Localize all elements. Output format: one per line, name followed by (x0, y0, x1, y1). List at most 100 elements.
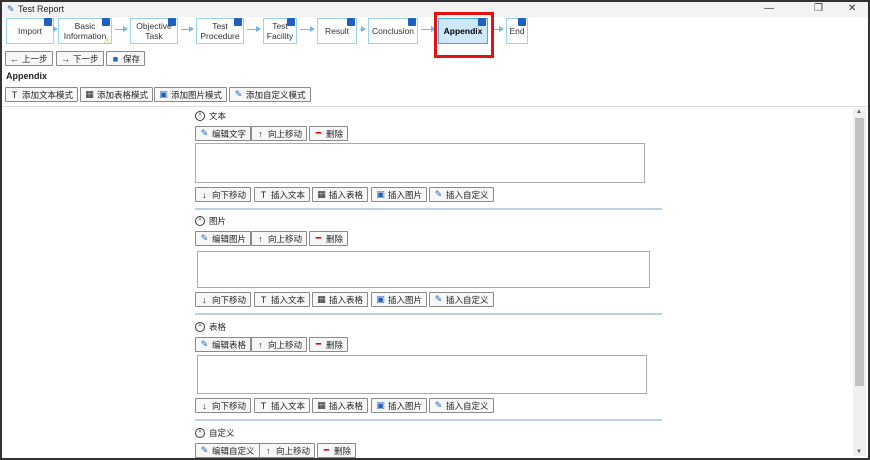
step-test-procedure[interactable]: Test Procedure (196, 18, 244, 44)
insert-table-button[interactable]: ▦ 插入表格 (312, 187, 369, 202)
delete-button-label: 删除 (326, 339, 344, 350)
section-title: 自定义 (209, 428, 235, 438)
section-divider (195, 313, 662, 315)
text-icon: T (260, 400, 267, 411)
arrow-down-icon: ↓ (202, 189, 207, 200)
app-pen-icon: ✎ (7, 4, 15, 14)
delete-button[interactable]: ━ 删除 (309, 337, 349, 352)
collapse-chevron-icon[interactable]: ^ (195, 216, 205, 226)
move-down-button[interactable]: ↓ 向下移动 (195, 398, 252, 413)
move-up-button[interactable]: ↑ 向上移动 (251, 337, 308, 352)
save-disk-icon (44, 18, 52, 26)
scrollbar-thumb[interactable] (855, 118, 864, 386)
warning-icon: ⚠ (103, 36, 112, 46)
step-basic-information[interactable]: Basic Information ⚠ (58, 18, 112, 46)
restore-button[interactable]: ❐ (814, 3, 823, 14)
section-divider (195, 419, 662, 421)
section-title: 图片 (209, 216, 227, 226)
custom-edit-icon: ✎ (434, 294, 443, 304)
arrow-down-icon: ↓ (202, 400, 207, 411)
add-custom-label: 添加自定义模式 (246, 89, 306, 100)
move-up-button-label: 向上移动 (268, 233, 303, 244)
minimize-button[interactable]: — (764, 3, 774, 14)
edit-button[interactable]: ✎ 编辑自定义 (195, 443, 260, 458)
insert-custom-button-label: 插入自定义 (446, 400, 489, 411)
step-label: End (509, 26, 525, 36)
step-import[interactable]: Import (6, 18, 54, 44)
move-down-button-label: 向下移动 (212, 294, 247, 305)
collapse-chevron-icon[interactable]: ^ (195, 322, 205, 332)
move-up-button[interactable]: ↑ 向上移动 (251, 231, 308, 246)
add-custom-mode-button[interactable]: ✎ 添加自定义模式 (229, 87, 311, 102)
arrow-left-icon: ← (10, 53, 19, 64)
step-arrow-icon (247, 26, 261, 32)
save-disk-icon (287, 18, 295, 26)
insert-image-button-label: 插入图片 (388, 400, 423, 411)
move-down-button[interactable]: ↓ 向下移动 (195, 187, 252, 202)
edit-button[interactable]: ✎ 编辑文字 (195, 126, 252, 141)
content-box[interactable] (195, 143, 645, 183)
vertical-scrollbar[interactable]: ▲ ▼ (853, 108, 866, 456)
insert-image-button[interactable]: ▣ 插入图片 (371, 292, 428, 307)
step-result[interactable]: Result (317, 18, 357, 44)
move-up-button[interactable]: ↑ 向上移动 (251, 126, 308, 141)
step-arrow-icon (300, 26, 315, 32)
step-end[interactable]: End (506, 18, 528, 44)
add-image-mode-button[interactable]: ▣ 添加图片模式 (154, 87, 228, 102)
insert-custom-button[interactable]: ✎ 插入自定义 (429, 187, 494, 202)
step-arrow-icon (181, 26, 194, 32)
delete-button[interactable]: ━ 删除 (309, 231, 349, 246)
pencil-icon: ✎ (200, 445, 209, 455)
insert-text-button[interactable]: T 插入文本 (254, 292, 311, 307)
section-header[interactable]: ^ 表格 (195, 321, 226, 333)
table-icon: ▦ (317, 294, 326, 304)
save-disk-icon (408, 18, 416, 26)
next-step-button[interactable]: → 下一步 (56, 51, 104, 66)
scroll-down-icon[interactable]: ▼ (856, 449, 862, 455)
move-down-button[interactable]: ↓ 向下移动 (195, 292, 252, 307)
content-box[interactable] (197, 251, 650, 288)
move-down-button-label: 向下移动 (212, 189, 247, 200)
step-conclusion[interactable]: Conclusion (368, 18, 418, 44)
step-label: Conclusion (371, 26, 415, 36)
content-box[interactable] (197, 355, 647, 394)
prev-step-button[interactable]: ← 上一步 (5, 51, 53, 66)
delete-button-label: 删除 (326, 233, 344, 244)
insert-text-button[interactable]: T 插入文本 (254, 398, 311, 413)
move-up-button[interactable]: ↑ 向上移动 (259, 443, 316, 458)
scroll-up-icon[interactable]: ▲ (856, 109, 862, 115)
insert-table-button-label: 插入表格 (329, 189, 364, 200)
custom-edit-icon: ✎ (434, 189, 443, 199)
section-header[interactable]: ^ 自定义 (195, 427, 235, 439)
collapse-chevron-icon[interactable]: ^ (195, 428, 205, 438)
step-objective-task[interactable]: Objective Task (130, 18, 178, 44)
page-title: Appendix (6, 71, 48, 81)
insert-image-button[interactable]: ▣ 插入图片 (371, 398, 428, 413)
insert-text-button[interactable]: T 插入文本 (254, 187, 311, 202)
delete-button[interactable]: ━ 删除 (317, 443, 357, 458)
save-disk-icon (518, 18, 526, 26)
save-button[interactable]: ■ 保存 (106, 51, 146, 66)
arrow-up-icon: ↑ (258, 128, 263, 139)
close-button[interactable]: ✕ (848, 3, 856, 14)
image-icon: ▣ (376, 400, 385, 410)
section-header[interactable]: ^ 文本 (195, 110, 226, 122)
edit-button[interactable]: ✎ 编辑图片 (195, 231, 252, 246)
edit-button[interactable]: ✎ 编辑表格 (195, 337, 252, 352)
save-label: 保存 (123, 53, 141, 64)
insert-image-button[interactable]: ▣ 插入图片 (371, 187, 428, 202)
insert-table-button[interactable]: ▦ 插入表格 (312, 292, 369, 307)
step-test-facility[interactable]: Test Facility (263, 18, 297, 44)
edit-button-label: 编辑图片 (212, 233, 247, 244)
table-icon: ▦ (317, 400, 326, 410)
collapse-chevron-icon[interactable]: ^ (195, 111, 205, 121)
section-header[interactable]: ^ 图片 (195, 215, 226, 227)
add-table-mode-button[interactable]: ▦ 添加表格模式 (80, 87, 154, 102)
step-label: Import (17, 26, 43, 36)
insert-custom-button[interactable]: ✎ 插入自定义 (429, 292, 494, 307)
add-text-mode-button[interactable]: T 添加文本模式 (5, 87, 79, 102)
insert-table-button[interactable]: ▦ 插入表格 (312, 398, 369, 413)
insert-custom-button[interactable]: ✎ 插入自定义 (429, 398, 494, 413)
insert-image-button-label: 插入图片 (388, 189, 423, 200)
delete-button[interactable]: ━ 删除 (309, 126, 349, 141)
